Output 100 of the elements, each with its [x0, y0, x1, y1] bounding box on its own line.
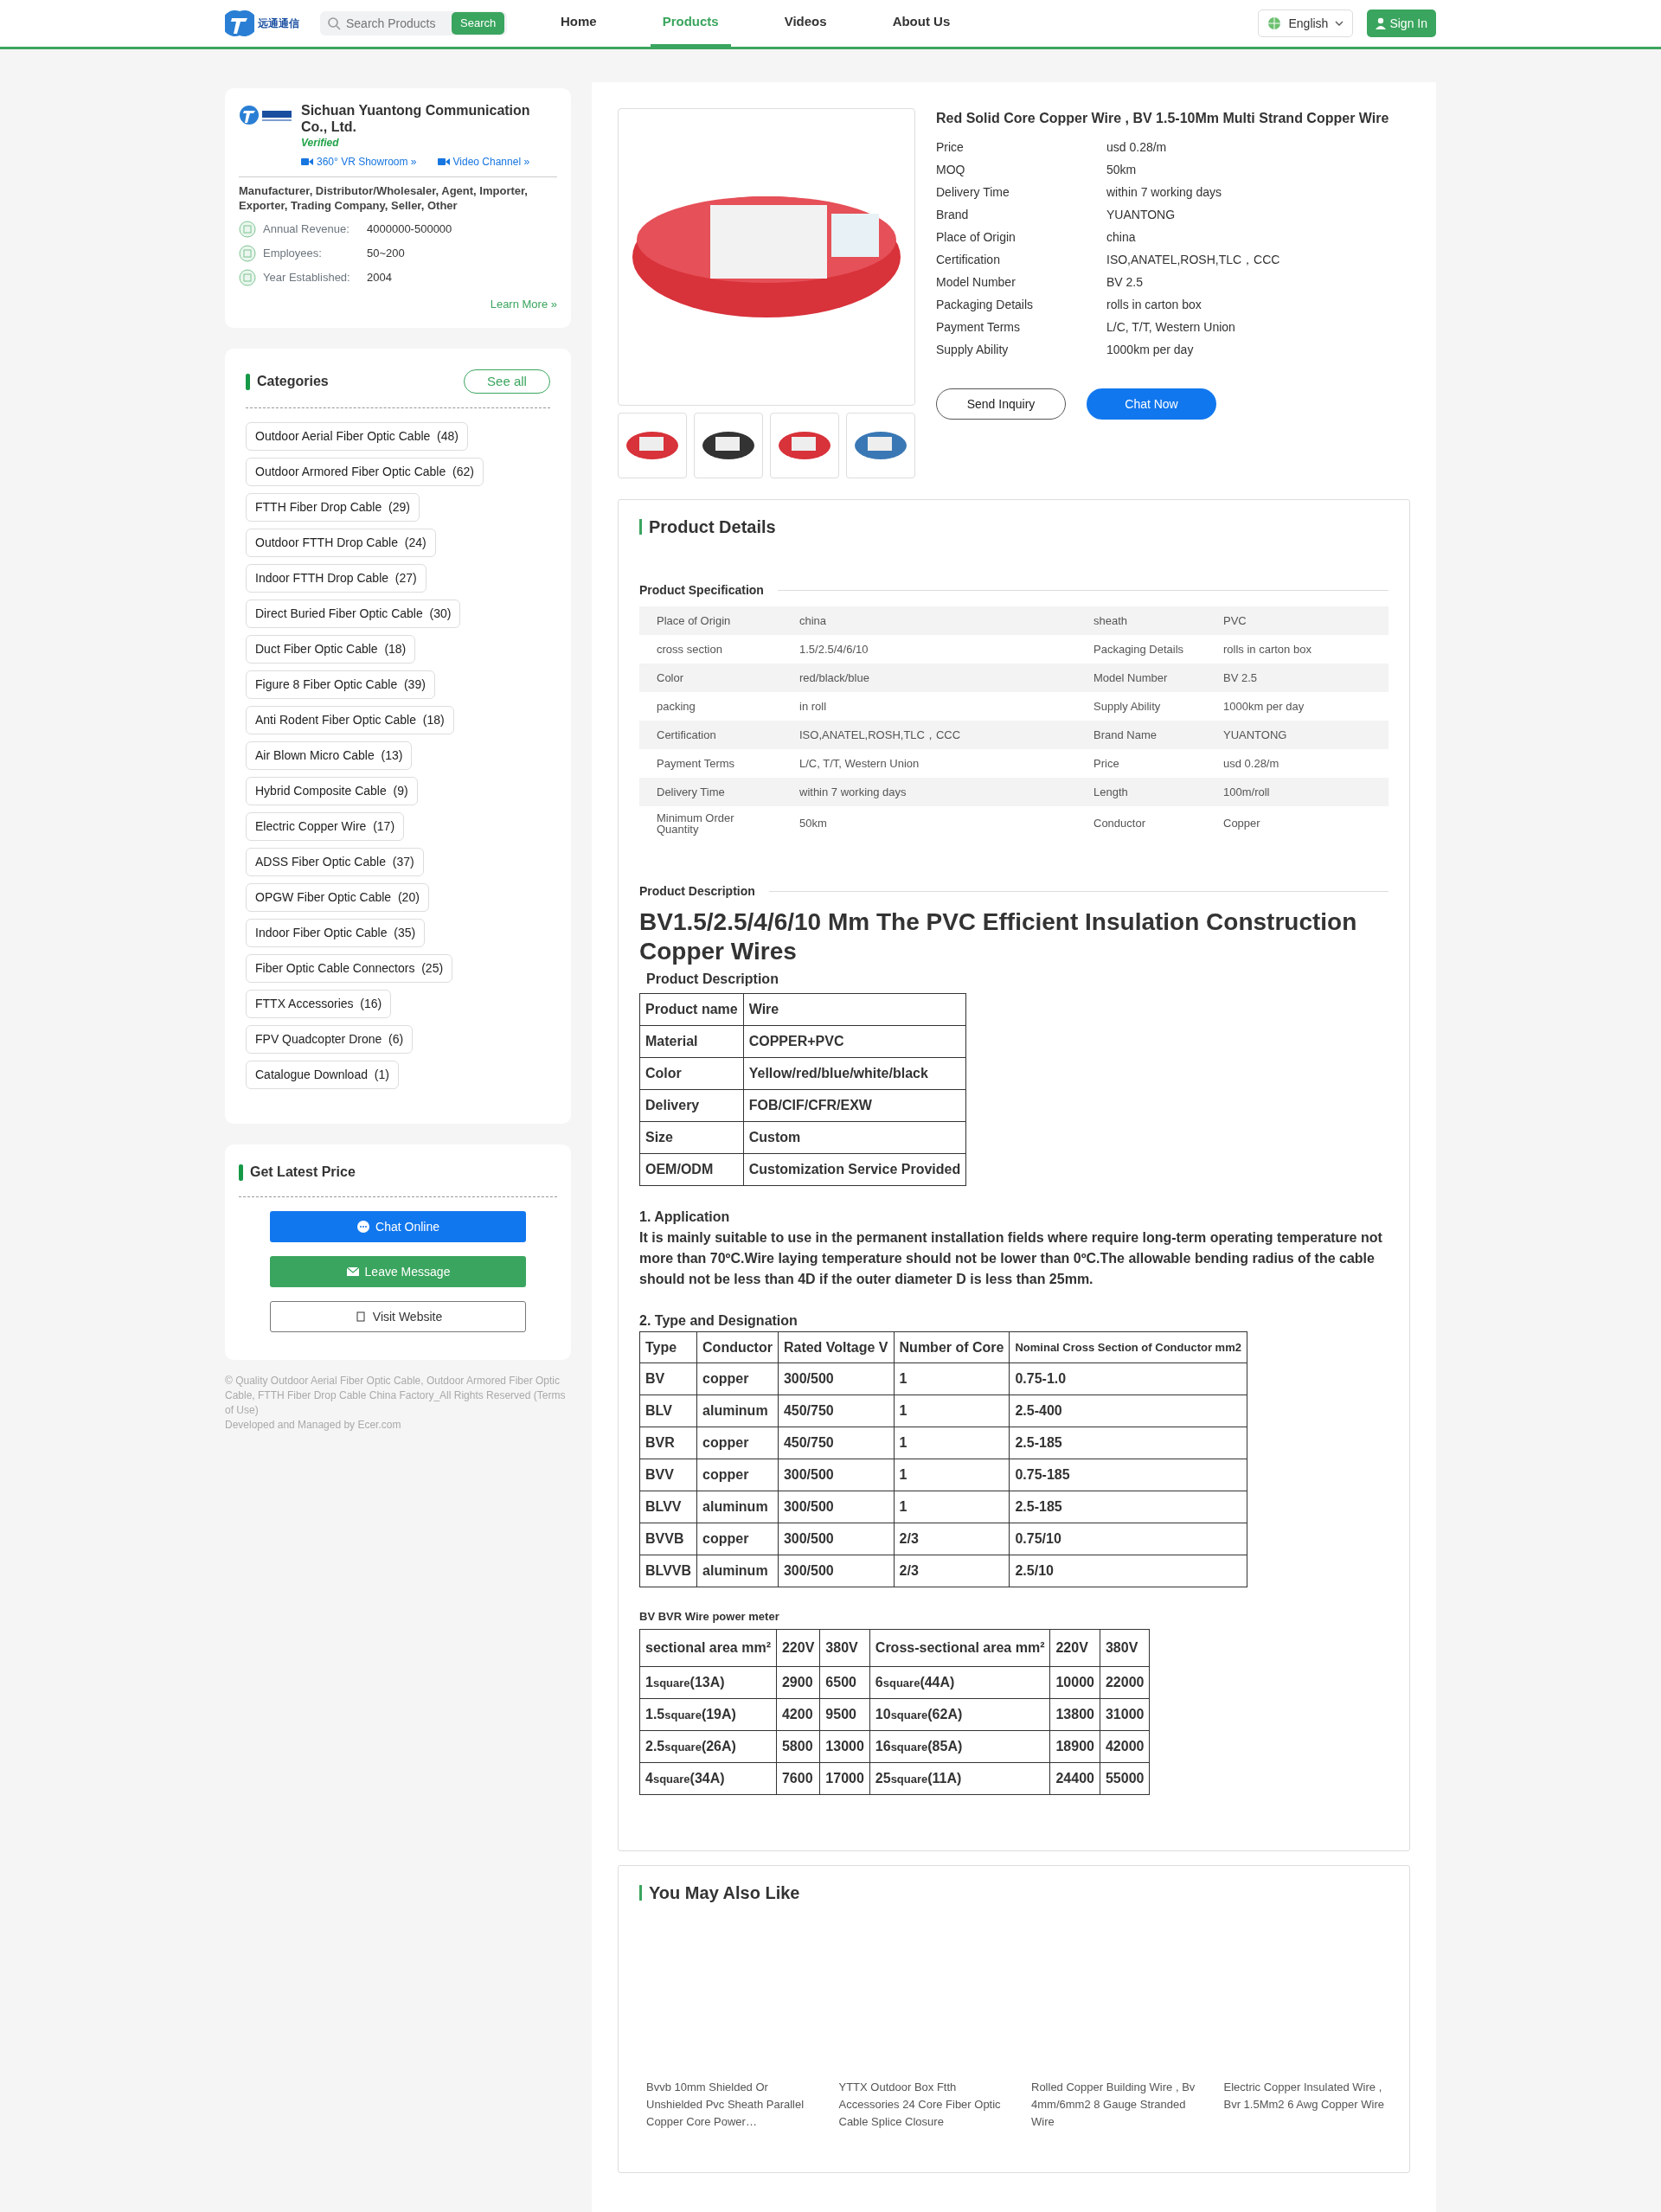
showroom-link[interactable]: Video Channel »	[437, 154, 530, 170]
category-link[interactable]: Anti Rodent Fiber Optic Cable (18)	[246, 706, 454, 735]
spec-label: Brand Name	[1076, 721, 1206, 749]
category-link[interactable]: Outdoor FTTH Drop Cable (24)	[246, 529, 436, 558]
spec-label: cross section	[639, 635, 782, 664]
table-cell: 13800	[1049, 1698, 1100, 1731]
attribute-value: usd 0.28/m	[1106, 139, 1167, 156]
spec-value: 50km	[782, 806, 1076, 841]
table-header: 220V	[1049, 1629, 1100, 1667]
category-link[interactable]: Outdoor Aerial Fiber Optic Cable (48)	[246, 422, 468, 452]
table-header: Nominal Cross Section of Conductor mm2	[1009, 1331, 1247, 1363]
title-accent	[239, 1164, 243, 1181]
related-product-link[interactable]: YTTX Outdoor Box Ftth Accessories 24 Core Fiber Optic Cable Splice Closure	[831, 2078, 1014, 2131]
category-link[interactable]: Duct Fiber Optic Cable (18)	[246, 635, 416, 664]
table-header: Conductor	[696, 1331, 779, 1363]
spec-value: china	[782, 606, 1076, 635]
copyright-text: © Quality Outdoor Aerial Fiber Optic Cable, Outdoor Armored Fiber Optic Cable, FTTH Fiber Drop Cable China Factory_All Rights Reserved (Terms of Use)	[225, 1374, 567, 1418]
table-cell: 300/500	[778, 1491, 895, 1523]
contact-button[interactable]: Visit Website	[270, 1301, 526, 1333]
contact-button[interactable]: Chat Online	[270, 1211, 526, 1243]
table-cell: aluminum	[696, 1555, 779, 1587]
spec-label: Place of Origin	[639, 606, 782, 635]
category-link[interactable]: FPV Quadcopter Drone (6)	[246, 1025, 414, 1055]
attribute-value: L/C, T/T, Western Union	[1106, 319, 1235, 336]
info-circle-icon	[239, 245, 256, 263]
table-cell: 300/500	[778, 1555, 895, 1587]
spec-value: rolls in carton box	[1206, 635, 1388, 664]
table-cell: 2/3	[894, 1523, 1010, 1555]
company-name: Sichuan Yuantong Communication Co., Ltd.	[301, 103, 530, 135]
attribute-label: Model Number	[936, 274, 1016, 291]
category-link[interactable]: Indoor Fiber Optic Cable (35)	[246, 919, 426, 948]
inquiry-button[interactable]: Send Inquiry	[936, 388, 1066, 420]
category-link[interactable]: ADSS Fiber Optic Cable (37)	[246, 848, 424, 877]
nav-link[interactable]: Home	[548, 0, 609, 47]
table-header: Cross-sectional area mm²	[869, 1629, 1050, 1667]
category-link[interactable]: Electric Copper Wire (17)	[246, 812, 405, 842]
thumbnail-photo[interactable]	[770, 413, 839, 478]
info-value: Custom	[743, 1121, 966, 1154]
description-subheading: Product Description	[646, 971, 779, 989]
table-cell: 31000	[1100, 1698, 1150, 1731]
table-cell: 300/500	[778, 1362, 895, 1395]
table-cell: BLVV	[639, 1491, 697, 1523]
attribute-value: BV 2.5	[1106, 274, 1144, 291]
category-link[interactable]: Figure 8 Fiber Optic Cable (39)	[246, 670, 435, 700]
fact-label: Year Established:	[263, 270, 351, 286]
table-cell: 0.75-185	[1009, 1459, 1247, 1491]
related-product-link[interactable]: Bvvb 10mm Shielded Or Unshielded Pvc Sheath Parallel Copper Core Power…	[639, 2078, 821, 2131]
language-selector[interactable]: English	[1258, 10, 1354, 37]
table-header: 380V	[1100, 1629, 1150, 1667]
table-cell: 55000	[1100, 1762, 1150, 1795]
video-camera-icon	[301, 157, 313, 167]
title-accent	[639, 519, 642, 535]
spec-label: Payment Terms	[639, 749, 782, 778]
search-icon	[327, 16, 341, 30]
thumbnail-photo[interactable]	[846, 413, 915, 478]
table-header: sectional area mm²	[639, 1629, 777, 1667]
table-cell: 450/750	[778, 1427, 895, 1459]
table-cell: copper	[696, 1427, 779, 1459]
category-link[interactable]: Outdoor Armored Fiber Optic Cable (62)	[246, 458, 484, 487]
table-cell: 6square(44A)	[869, 1666, 1050, 1699]
section-title: You May Also Like	[649, 1882, 800, 1904]
spec-value: Copper	[1206, 806, 1388, 841]
thumbnail-photo[interactable]	[694, 413, 763, 478]
attribute-value: china	[1106, 229, 1136, 246]
category-link[interactable]: FTTX Accessories (16)	[246, 990, 392, 1019]
related-product-link[interactable]: Rolled Copper Building Wire , Bv 4mm/6mm2 8 Gauge Stranded Wire	[1024, 2078, 1206, 2131]
title-accent	[246, 373, 250, 390]
table-cell: 300/500	[778, 1523, 895, 1555]
category-link[interactable]: FTTH Fiber Drop Cable (29)	[246, 493, 420, 523]
category-link[interactable]: Air Blown Micro Cable (13)	[246, 741, 413, 771]
related-product-link[interactable]: Electric Copper Insulated Wire , Bvr 1.5Mm2 6 Awg Copper Wire	[1216, 2078, 1399, 2113]
category-link[interactable]: Catalogue Download (1)	[246, 1061, 399, 1090]
attribute-label: MOQ	[936, 162, 966, 178]
info-circle-icon	[239, 269, 256, 287]
category-link[interactable]: Fiber Optic Cable Connectors (25)	[246, 954, 453, 984]
inquiry-button[interactable]: Chat Now	[1087, 388, 1216, 420]
spec-value: red/black/blue	[782, 664, 1076, 692]
table-cell: 25square(11A)	[869, 1762, 1050, 1795]
thumbnail-photo[interactable]	[618, 413, 687, 478]
fact-label: Employees:	[263, 246, 323, 262]
spec-label: Packaging Details	[1076, 635, 1206, 664]
nav-link[interactable]: Videos	[772, 0, 839, 47]
caret-icon	[1335, 20, 1344, 27]
category-link[interactable]: OPGW Fiber Optic Cable (20)	[246, 883, 429, 913]
spec-value: 100m/roll	[1206, 778, 1388, 806]
spec-title: Product Specification	[639, 582, 764, 599]
spec-label: Certification	[639, 721, 782, 749]
spec-label: Color	[639, 664, 782, 692]
category-link[interactable]: Hybrid Composite Cable (9)	[246, 777, 418, 806]
spec-value: BV 2.5	[1206, 664, 1388, 692]
category-link[interactable]: Direct Buried Fiber Optic Cable (30)	[246, 599, 461, 629]
categories-title: Categories	[257, 373, 329, 391]
table-cell: 13000	[819, 1730, 870, 1763]
showroom-link[interactable]: 360° VR Showroom »	[301, 154, 417, 170]
chat-bubble-icon	[356, 1220, 371, 1234]
category-link[interactable]: Indoor FTTH Drop Cable (27)	[246, 564, 426, 593]
attribute-label: Place of Origin	[936, 229, 1016, 246]
attribute-label: Payment Terms	[936, 319, 1021, 336]
nav-link[interactable]: About Us	[880, 0, 963, 47]
table-cell: 2.5-400	[1009, 1395, 1247, 1427]
